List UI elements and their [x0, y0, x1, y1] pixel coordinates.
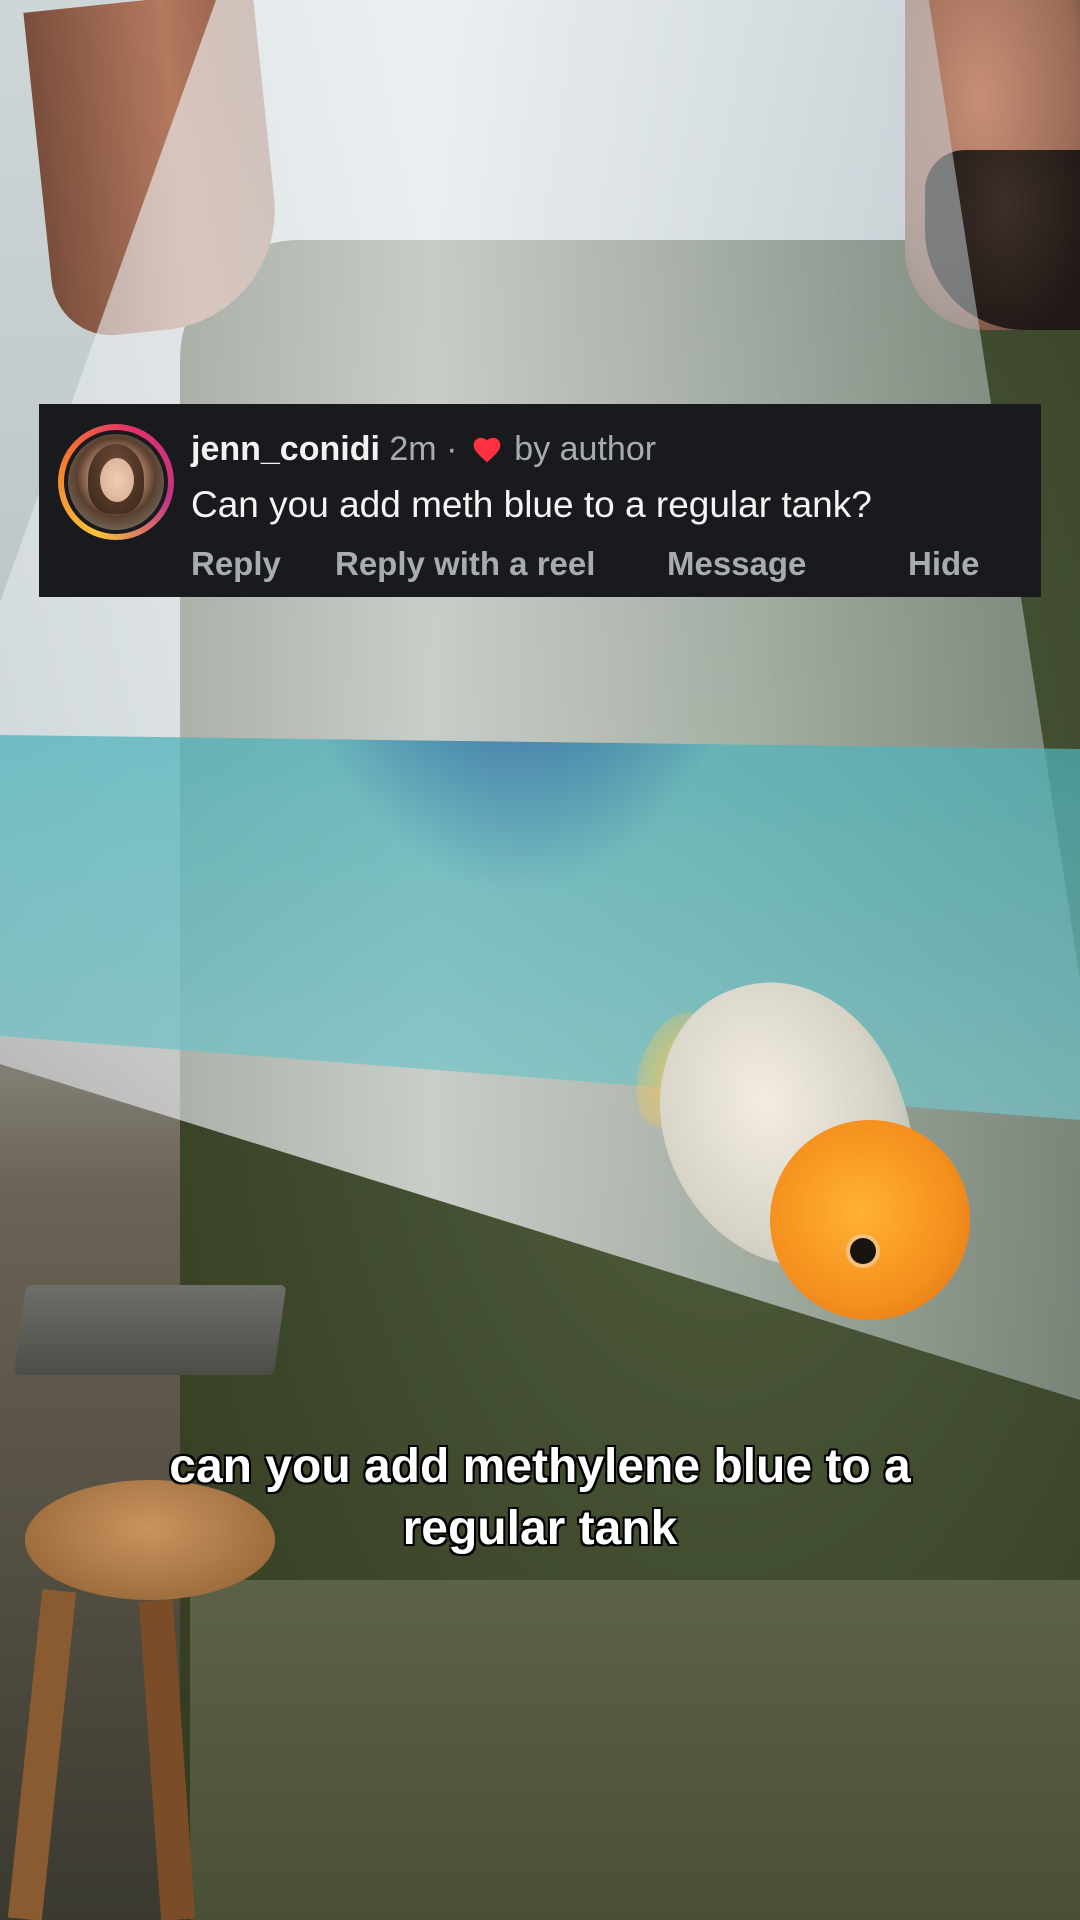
avatar-photo: [68, 434, 164, 530]
person-pants: [190, 1580, 1080, 1920]
heart-icon: [473, 437, 501, 463]
video-frame[interactable]: [0, 0, 1080, 1920]
message-button[interactable]: Message: [667, 544, 806, 584]
reply-button[interactable]: Reply: [191, 544, 281, 584]
comment-meta: jenn_conidi 2m · by author: [191, 428, 656, 470]
comment-time: 2m: [389, 430, 437, 468]
reply-with-reel-button[interactable]: Reply with a reel: [335, 544, 595, 584]
caption-line-1: can you add methylene blue to a: [169, 1440, 911, 1493]
avatar[interactable]: [58, 424, 174, 540]
comment-text: Can you add meth blue to a regular tank?: [191, 484, 872, 525]
comment-sticker[interactable]: jenn_conidi 2m · by author Can you add m…: [39, 404, 1041, 597]
goldfish-head: [770, 1120, 970, 1320]
comment-username[interactable]: jenn_conidi: [191, 430, 380, 468]
video-caption: can you add methylene blue to a regular …: [60, 1436, 1020, 1560]
goldfish-eye: [850, 1238, 876, 1264]
hide-button[interactable]: Hide: [908, 544, 980, 584]
liked-by-author: by author: [514, 430, 657, 468]
caption-line-2: regular tank: [402, 1502, 678, 1555]
meta-separator: ·: [446, 430, 458, 468]
counter: [13, 1285, 287, 1375]
